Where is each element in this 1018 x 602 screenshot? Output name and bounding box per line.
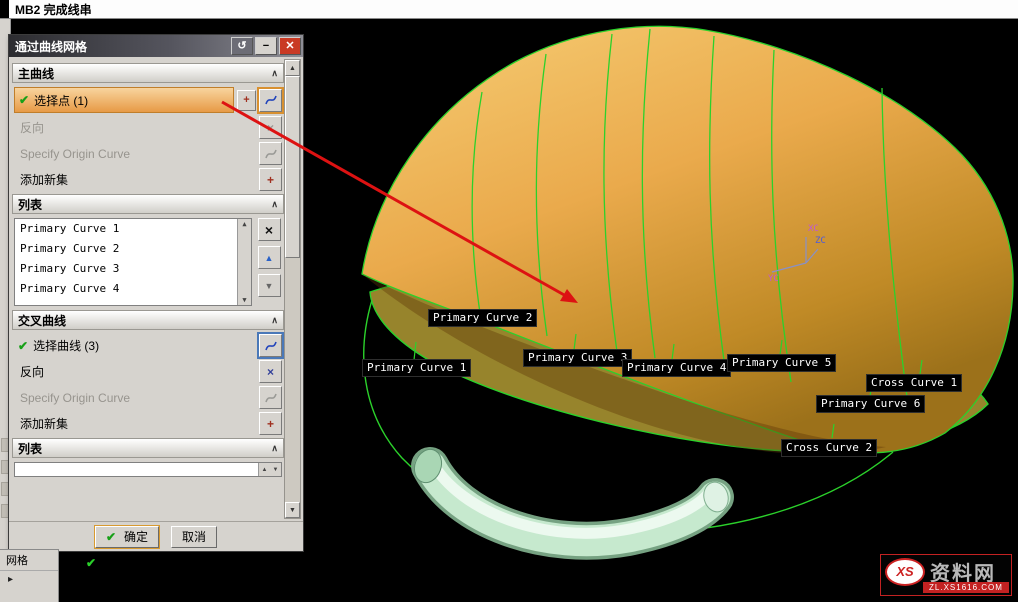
specify-origin-curve-label: Specify Origin Curve [14, 391, 130, 405]
primary-curves-header-label: 主曲线 [18, 65, 54, 82]
add-new-set-icon[interactable]: + [259, 168, 282, 191]
select-point-row[interactable]: 选择点 (1) [14, 87, 234, 113]
list-item[interactable]: Primary Curve 1 [15, 219, 251, 239]
dialog-titlebar[interactable]: 通过曲线网格 ↺ − ✕ [9, 35, 303, 57]
cancel-button-label: 取消 [182, 528, 206, 545]
list-scrollbar[interactable]: ▲ ▼ [237, 219, 251, 305]
panel-fragment-label: 网格 [0, 550, 58, 571]
handle-tube [410, 446, 732, 541]
chevron-up-icon[interactable] [271, 443, 278, 454]
delete-icon [265, 222, 273, 238]
through-curve-mesh-dialog: 通过曲线网格 ↺ − ✕ 主曲线 选择点 (1) + [8, 34, 304, 552]
scroll-down-icon[interactable]: ▼ [285, 502, 300, 518]
select-curve-row[interactable]: 选择曲线 (3) [14, 335, 256, 357]
add-new-set-label: 添加新集 [14, 171, 68, 188]
primary-list-header-label: 列表 [18, 196, 42, 213]
curve-tag: Primary Curve 4 [622, 359, 731, 377]
ok-button[interactable]: 确定 [95, 526, 159, 548]
curve-icon [264, 147, 278, 161]
expand-arrow-icon[interactable]: ▸ [0, 571, 58, 585]
reverse-direction-icon[interactable]: × [259, 360, 282, 383]
scrollbar-thumb[interactable] [285, 76, 300, 258]
triad-xc-label: XC [808, 224, 819, 234]
curve-icon [264, 339, 278, 353]
prompt-bar: MB2 完成线串 [0, 0, 1018, 19]
cross-curves-section-header[interactable]: 交叉曲线 [12, 310, 284, 330]
reverse-direction-icon[interactable]: × [259, 116, 282, 139]
dialog-title: 通过曲线网格 [15, 38, 87, 55]
primary-curve-list[interactable]: Primary Curve 1 Primary Curve 2 Primary … [14, 218, 252, 306]
scroll-down-icon[interactable]: ▼ [242, 295, 246, 305]
select-curve-label: 选择曲线 (3) [33, 337, 99, 354]
application-window: XC ZC YC Primary Curve 2 Primary Curve 1… [0, 0, 1018, 602]
specify-origin-curve-label: Specify Origin Curve [14, 147, 130, 161]
chevron-up-icon[interactable] [271, 68, 278, 79]
dialog-scrollbar[interactable]: ▲ ▼ [284, 59, 301, 519]
bottom-face-curve [364, 300, 893, 533]
reverse-direction-label: 反向 [14, 119, 44, 136]
cancel-button[interactable]: 取消 [171, 526, 217, 548]
list-item[interactable]: Primary Curve 3 [15, 259, 251, 279]
check-icon [18, 339, 28, 353]
origin-curve-icon[interactable] [259, 386, 282, 409]
cross-curve-list[interactable]: ▲▼ [14, 462, 282, 477]
check-icon [106, 530, 116, 544]
chevron-up-icon[interactable] [271, 199, 278, 210]
primary-curves-section-header[interactable]: 主曲线 [12, 63, 284, 83]
curve-tag: Primary Curve 6 [816, 395, 925, 413]
curve-tag: Primary Curve 1 [362, 359, 471, 377]
curve-tag: Cross Curve 1 [866, 374, 962, 392]
docked-panel-fragment: 网格 ▸ [0, 549, 59, 602]
reset-icon[interactable]: ↺ [231, 37, 253, 55]
selection-check-glyph: ✔ [86, 556, 96, 570]
curve-select-button[interactable] [259, 89, 282, 112]
curve-tag: Primary Curve 2 [428, 309, 537, 327]
arrow-up-icon [265, 252, 274, 264]
list-item[interactable]: Primary Curve 4 [15, 279, 251, 299]
ok-button-label: 确定 [124, 528, 148, 545]
coordinate-triad: XC ZC YC [768, 224, 826, 284]
watermark-logo: XS [885, 558, 925, 586]
cross-curve-select-button[interactable] [259, 334, 282, 357]
curve-tag: Cross Curve 2 [781, 439, 877, 457]
cross-list-header-label: 列表 [18, 440, 42, 457]
primary-list-section-header[interactable]: 列表 [12, 194, 284, 214]
list-scrollbar[interactable]: ▲▼ [258, 463, 281, 476]
watermark: XS 资料网 ZL.XS1616.COM [880, 554, 1012, 596]
close-icon[interactable]: ✕ [279, 37, 301, 55]
scroll-up-icon[interactable]: ▲ [242, 219, 246, 229]
add-new-set-label: 添加新集 [14, 415, 68, 432]
dialog-body: 主曲线 选择点 (1) + 反向 × [9, 57, 303, 521]
cross-curves-header-label: 交叉曲线 [18, 312, 66, 329]
move-up-button[interactable] [258, 246, 281, 269]
select-point-label: 选择点 (1) [34, 92, 88, 109]
curve-tag: Primary Curve 5 [727, 354, 836, 372]
chevron-up-icon[interactable] [271, 315, 278, 326]
arrow-down-icon [265, 280, 274, 292]
curve-icon [264, 93, 278, 107]
curve-icon [264, 391, 278, 405]
watermark-url: ZL.XS1616.COM [923, 582, 1009, 593]
triad-yc-label: YC [768, 274, 779, 284]
prompt-text: MB2 完成线串 [15, 1, 92, 18]
dialog-footer: 确定 取消 [9, 521, 303, 551]
scroll-up-icon[interactable]: ▲ [285, 60, 300, 76]
cross-list-section-header[interactable]: 列表 [12, 438, 284, 458]
curve-tag: Primary Curve 3 [523, 349, 632, 367]
remove-item-button[interactable] [258, 218, 281, 241]
list-item[interactable]: Primary Curve 2 [15, 239, 251, 259]
minimize-icon[interactable]: − [255, 37, 277, 55]
reverse-direction-label: 反向 [14, 363, 44, 380]
origin-curve-icon[interactable] [259, 142, 282, 165]
triad-zc-label: ZC [815, 236, 826, 246]
point-dialog-button[interactable]: + [237, 90, 256, 111]
leader-ticks [414, 334, 922, 438]
move-down-button[interactable] [258, 274, 281, 297]
check-icon [19, 93, 29, 107]
prompt-bar-block [0, 0, 9, 18]
add-new-set-icon[interactable]: + [259, 412, 282, 435]
